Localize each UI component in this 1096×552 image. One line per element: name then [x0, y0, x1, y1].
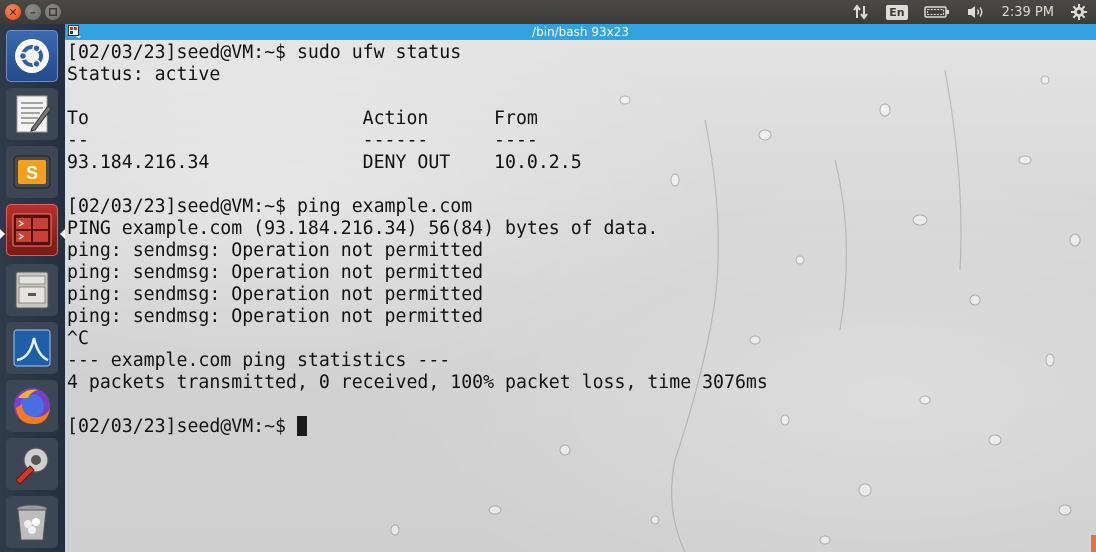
- terminal-line: 93.184.216.34 DENY OUT 10.0.2.5: [67, 152, 582, 173]
- trash-icon: [16, 504, 48, 541]
- launcher-item-wireshark[interactable]: [6, 322, 58, 374]
- launcher-item-text-editor[interactable]: [6, 88, 58, 140]
- session-indicator[interactable]: [1062, 0, 1096, 24]
- terminal-line: ping: sendmsg: Operation not permitted: [67, 262, 484, 283]
- launcher-item-system-settings[interactable]: [6, 438, 58, 490]
- file-cabinet-icon: [15, 271, 49, 309]
- terminal-line: -- ------ ----: [67, 130, 538, 151]
- terminal-line: PING example.com (93.184.216.34) 56(84) …: [67, 218, 659, 239]
- top-panel: ✕ – En 2:39 PM: [0, 0, 1096, 24]
- keyboard-indicator[interactable]: En: [878, 0, 915, 24]
- launcher-item-firefox[interactable]: [6, 380, 58, 432]
- terminal-line: ping: sendmsg: Operation not permitted: [67, 284, 484, 305]
- battery-indicator[interactable]: [916, 0, 958, 24]
- terminal-window[interactable]: /bin/bash 93x23 [02/03/23]seed@VM:~$ sud…: [65, 24, 1096, 552]
- terminal-line: Status: active: [67, 64, 221, 85]
- terminal-body[interactable]: [02/03/23]seed@VM:~$ sudo ufw status Stat…: [65, 40, 1096, 552]
- window-controls: ✕ –: [0, 4, 61, 20]
- terminal-line: 4 packets transmitted, 0 received, 100% …: [67, 372, 768, 393]
- active-window-indicator: [0, 229, 5, 239]
- launcher-item-trash[interactable]: [6, 496, 58, 548]
- panel-indicators: En 2:39 PM: [844, 0, 1096, 24]
- terminal-prompt-line[interactable]: [02/03/23]seed@VM:~$: [67, 416, 768, 438]
- network-indicator[interactable]: [844, 0, 878, 24]
- terminal-menu-icon[interactable]: [68, 25, 82, 39]
- keyboard-layout-label: En: [886, 4, 908, 20]
- volume-icon: [967, 6, 983, 18]
- network-updown-icon: [853, 4, 869, 20]
- launcher: S: [0, 24, 66, 552]
- terminal-line: [02/03/23]seed@VM:~$ sudo ufw status: [67, 42, 462, 63]
- restore-window-button[interactable]: [45, 4, 61, 20]
- restore-icon: [49, 8, 57, 16]
- close-window-button[interactable]: ✕: [5, 4, 21, 20]
- volume-indicator[interactable]: [958, 0, 994, 24]
- terminal-line: To Action From: [67, 108, 538, 129]
- scrollbar-marker[interactable]: [1091, 535, 1096, 552]
- terminal-line: ^C: [67, 328, 89, 349]
- terminal-icon: [12, 213, 52, 247]
- terminal-line: [02/03/23]seed@VM:~$ ping example.com: [67, 196, 473, 217]
- terminal-line: --- example.com ping statistics ---: [67, 350, 451, 371]
- launcher-item-files[interactable]: [6, 264, 58, 316]
- terminal-title: /bin/bash 93x23: [532, 25, 629, 39]
- terminal-prompt: [02/03/23]seed@VM:~$: [67, 416, 297, 437]
- text-editor-icon: [16, 95, 52, 133]
- sublime-text-icon: S: [13, 155, 51, 189]
- launcher-item-dash[interactable]: [6, 30, 58, 82]
- settings-wrench-icon: [15, 447, 49, 485]
- svg-text:S: S: [26, 163, 38, 183]
- minimize-window-button[interactable]: –: [25, 4, 41, 20]
- clock[interactable]: 2:39 PM: [994, 0, 1062, 24]
- terminal-line: ping: sendmsg: Operation not permitted: [67, 306, 484, 327]
- terminal-title-bar[interactable]: /bin/bash 93x23: [65, 24, 1096, 40]
- text-cursor: [296, 416, 307, 436]
- launcher-item-sublime-text[interactable]: S: [6, 146, 58, 198]
- wireshark-fin-icon: [13, 329, 51, 367]
- terminal-line: ping: sendmsg: Operation not permitted: [67, 240, 484, 261]
- firefox-icon: [14, 388, 50, 424]
- launcher-item-terminal[interactable]: [6, 204, 58, 256]
- battery-icon: [923, 6, 949, 18]
- terminal-output[interactable]: [02/03/23]seed@VM:~$ sudo ufw status Stat…: [67, 42, 768, 438]
- ubuntu-logo-icon: [15, 39, 49, 73]
- gear-icon: [1071, 4, 1087, 20]
